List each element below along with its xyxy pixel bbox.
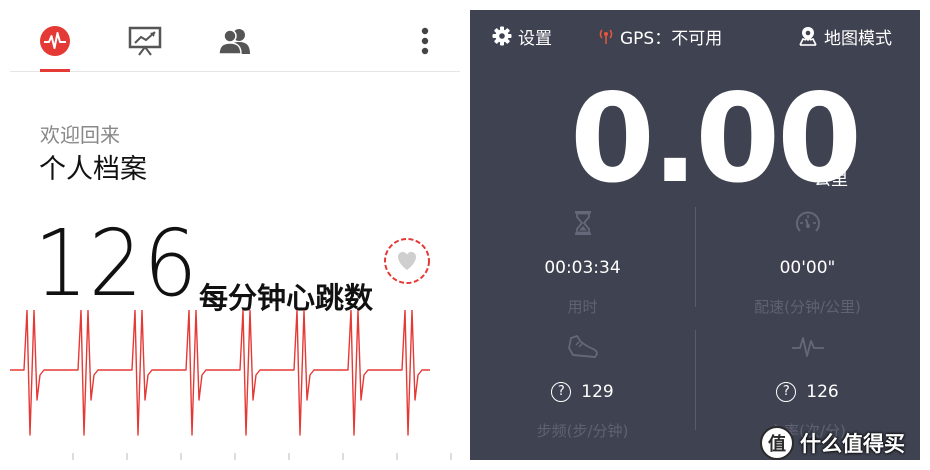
cadence-value-row: ? 129 — [470, 382, 695, 402]
heart-badge-button[interactable] — [382, 236, 432, 286]
cadence-help-icon[interactable]: ? — [551, 382, 572, 402]
friends-icon — [218, 29, 250, 55]
stat-pace: 00'00" 配速(分钟/公里) — [695, 208, 920, 318]
chart-board-icon — [128, 26, 162, 56]
settings-label: 设置 — [518, 28, 552, 49]
pulse-icon — [695, 332, 920, 362]
map-pin-icon — [799, 27, 817, 46]
gps-label: GPS：不可用 — [620, 28, 723, 49]
stat-cadence: ? 129 步频(步/分钟) — [470, 332, 695, 442]
gps-signal-icon — [599, 29, 613, 44]
tab-friends[interactable] — [215, 22, 255, 60]
heartbeat-icon — [40, 26, 70, 56]
speedometer-icon — [695, 208, 920, 238]
hourglass-icon — [470, 208, 695, 238]
heart-rate-value-row: ? 126 — [695, 382, 920, 402]
active-tab-indicator — [40, 69, 70, 72]
watermark: 值 什么值得买 — [760, 423, 905, 463]
more-vertical-icon — [421, 27, 429, 55]
map-mode-button[interactable]: 地图模式 — [798, 21, 892, 51]
bpm-value: 126 — [34, 210, 199, 317]
heart-rate-help-icon[interactable]: ? — [776, 382, 797, 402]
watermark-logo: 值 — [760, 426, 794, 460]
ecg-baseline-ticks — [72, 453, 452, 460]
heart-rate-profile-panel: 欢迎回来 个人档案 126 每分钟心跳数 — [10, 10, 460, 460]
more-menu-button[interactable] — [410, 24, 440, 58]
ecg-line — [10, 310, 430, 436]
watermark-text: 什么值得买 — [800, 432, 905, 456]
settings-button[interactable]: 设置 — [492, 21, 552, 51]
cadence-label: 步频(步/分钟) — [536, 422, 629, 440]
duration-label: 用时 — [567, 298, 598, 316]
tab-chart[interactable] — [125, 22, 165, 60]
heart-rate-value: 126 — [806, 382, 839, 402]
distance-value: 0.00 — [570, 68, 862, 210]
profile-title: 个人档案 — [39, 154, 147, 185]
gear-icon — [492, 26, 512, 46]
stat-duration: 00:03:34 用时 — [470, 208, 695, 318]
running-tracker-panel: 设置 GPS：不可用 地图模式 0.00 公里 00:03:34 用时 00'0… — [470, 10, 920, 460]
welcome-text: 欢迎回来 — [40, 123, 120, 147]
distance-unit: 公里 — [814, 170, 848, 190]
tab-bar — [10, 10, 460, 72]
tab-heartbeat[interactable] — [35, 22, 75, 60]
ecg-waveform — [10, 310, 452, 460]
cadence-value: 129 — [581, 382, 614, 402]
pace-label: 配速(分钟/公里) — [754, 298, 861, 316]
pace-value: 00'00" — [779, 258, 836, 278]
shoe-icon — [470, 332, 695, 362]
heart-icon — [384, 238, 430, 284]
duration-value: 00:03:34 — [544, 258, 621, 278]
gps-status: GPS：不可用 — [598, 21, 722, 51]
map-mode-label: 地图模式 — [824, 28, 892, 49]
